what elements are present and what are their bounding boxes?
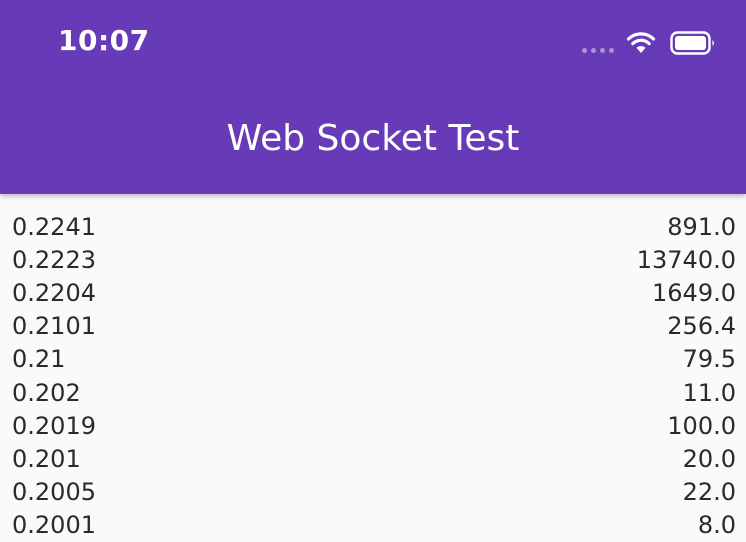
page-title: Web Socket Test: [226, 118, 520, 159]
status-icons: [582, 26, 716, 60]
battery-icon: [670, 31, 714, 55]
item-left-value: 0.21: [12, 345, 66, 374]
item-right-value: 8.0: [697, 511, 736, 540]
list-item: 0.2223 13740.0: [0, 243, 746, 276]
item-right-value: 22.0: [682, 478, 736, 507]
data-list: 0.2241 891.0 0.2223 13740.0 0.2204 1649.0 0.21…: [0, 210, 746, 542]
item-right-value: 13740.0: [636, 245, 736, 274]
item-left-value: 0.2001: [12, 511, 96, 540]
item-left-value: 0.2005: [12, 478, 96, 507]
item-right-value: 11.0: [682, 378, 736, 407]
status-time: 10:07: [58, 24, 150, 57]
signal-dots-icon: [582, 47, 614, 53]
item-right-value: 1649.0: [652, 278, 736, 307]
wifi-icon: [626, 32, 656, 53]
list-item: 0.2204 1649.0: [0, 276, 746, 309]
app-bar: 10:07 Web Socket Test: [0, 0, 746, 194]
item-left-value: 0.2204: [12, 278, 96, 307]
item-left-value: 0.202: [12, 378, 81, 407]
list-item: 0.202 11.0: [0, 376, 746, 409]
item-right-value: 891.0: [667, 212, 736, 241]
list-item: 0.2001 8.0: [0, 509, 746, 542]
item-right-value: 256.4: [667, 312, 736, 341]
list-item: 0.2101 256.4: [0, 310, 746, 343]
item-left-value: 0.201: [12, 444, 81, 473]
item-left-value: 0.2101: [12, 312, 96, 341]
list-item: 0.201 20.0: [0, 442, 746, 475]
list-item: 0.2005 22.0: [0, 476, 746, 509]
list-item: 0.21 79.5: [0, 343, 746, 376]
item-left-value: 0.2241: [12, 212, 96, 241]
item-right-value: 79.5: [682, 345, 736, 374]
item-left-value: 0.2223: [12, 245, 96, 274]
list-item: 0.2241 891.0: [0, 210, 746, 243]
list-item: 0.2019 100.0: [0, 409, 746, 442]
item-left-value: 0.2019: [12, 411, 96, 440]
item-right-value: 100.0: [667, 411, 736, 440]
item-right-value: 20.0: [682, 444, 736, 473]
